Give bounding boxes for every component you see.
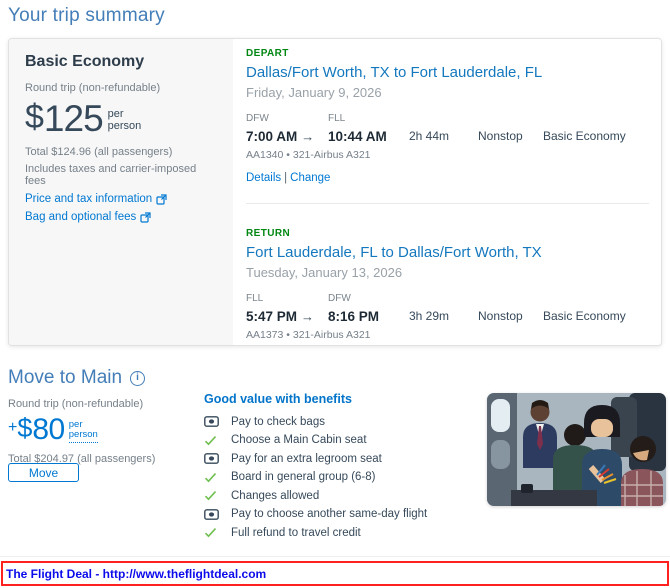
depart-time-value: 7:00 AM (246, 129, 298, 144)
depart-date: Friday, January 9, 2026 (246, 85, 382, 100)
fare-trip-type: Round trip (non-refundable) (25, 82, 161, 94)
flight-duration: 3h 29m (409, 309, 450, 323)
bag-optional-fees-link[interactable]: Bag and optional fees (25, 211, 217, 223)
money-icon (204, 416, 219, 428)
price-currency: $ (25, 98, 44, 136)
fare-name: Basic Economy (25, 53, 145, 70)
move-to-main-title: Move to Main i (8, 367, 146, 389)
new-window-icon (140, 211, 151, 223)
price-amount: 125 (43, 98, 104, 139)
move-to-main-label: Move to Main (8, 367, 123, 388)
benefit-text: Full refund to travel credit (231, 526, 361, 539)
return-route: Fort Lauderdale, FL to Dallas/Fort Worth… (246, 244, 542, 261)
benefit-text: Pay for an extra legroom seat (231, 452, 382, 465)
cabin-passengers-photo (487, 393, 666, 506)
arrow-right-icon: → (301, 309, 315, 324)
benefit-row: Pay for an extra legroom seat (204, 453, 474, 465)
dest-airport-code: FLL (328, 113, 346, 124)
arrive-time: 8:16 PM (328, 309, 380, 324)
segment-links: Details | Change (246, 172, 649, 184)
move-button[interactable]: Move (8, 463, 79, 482)
depart-time: 5:47 PM → (246, 309, 328, 324)
arrive-time: 10:44 AM (328, 129, 387, 144)
per-label: per (107, 108, 124, 120)
benefit-row: Pay to choose another same-day flight (204, 508, 474, 521)
info-icon[interactable]: i (130, 370, 146, 386)
details-link[interactable]: Details (246, 172, 281, 184)
upsell-price: + $80 per person (8, 415, 188, 445)
check-icon (204, 472, 219, 483)
segment-fare-class: Basic Economy (543, 129, 626, 143)
return-flight-row: FLL 5:47 PM → DFW 8:16 PM 3h 29m Nonstop … (246, 293, 649, 324)
benefit-row: Pay to check bags (204, 416, 474, 428)
depart-segment: DEPART Dallas/Fort Worth, TX to Fort Lau… (246, 39, 649, 184)
stops-label: Nonstop (478, 129, 523, 143)
fare-panel: Basic Economy Round trip (non-refundable… (9, 39, 233, 345)
fare-price: $125 per person (25, 100, 217, 137)
benefit-row: Changes allowed (204, 490, 474, 502)
dest-airport-code: DFW (328, 293, 351, 304)
return-segment: RETURN Fort Lauderdale, FL to Dallas/For… (246, 204, 649, 345)
upsell-currency: $ (17, 413, 33, 443)
flight-number-aircraft: AA1340 • 321-Airbus A321 (246, 149, 371, 161)
depart-time-value: 5:47 PM (246, 309, 298, 324)
upsell-price-block: Round trip (non-refundable) + $80 per per… (8, 398, 188, 465)
check-icon (204, 435, 219, 446)
depart-route: Dallas/Fort Worth, TX to Fort Lauderdale… (246, 64, 543, 81)
check-icon (204, 527, 219, 538)
origin-airport-code: FLL (246, 293, 264, 304)
fare-total: Total $124.96 (all passengers) (25, 146, 173, 158)
flight-duration: 2h 44m (409, 129, 450, 143)
upsell-trip-type: Round trip (non-refundable) (8, 398, 144, 410)
trip-summary-card: Basic Economy Round trip (non-refundable… (8, 38, 662, 346)
link-separator: | (284, 172, 288, 184)
cabin-photo-illustration (487, 393, 666, 506)
benefit-row: Full refund to travel credit (204, 527, 474, 539)
bag-fees-label: Bag and optional fees (25, 211, 137, 223)
money-icon (204, 508, 219, 520)
flight-deal-banner-text: The Flight Deal - http://www.theflightde… (6, 566, 267, 581)
money-icon (204, 453, 219, 465)
depart-flight-row: DFW 7:00 AM → FLL 10:44 AM 2h 44m Nonstop… (246, 113, 649, 144)
price-tax-info-link[interactable]: Price and tax information (25, 193, 217, 205)
arrow-right-icon: → (301, 129, 315, 144)
price-per-person-label: per person (108, 108, 142, 132)
benefits-title: Good value with benefits (204, 392, 352, 406)
price-tax-info-label: Price and tax information (25, 193, 153, 205)
benefits-list: Good value with benefits Pay to check ba… (204, 392, 474, 546)
plus-sign: + (8, 419, 18, 436)
origin-airport-code: DFW (246, 113, 269, 124)
change-link[interactable]: Change (290, 172, 330, 184)
depart-time: 7:00 AM → (246, 129, 328, 144)
page-title: Your trip summary (8, 5, 165, 26)
benefit-text: Pay to choose another same-day flight (231, 508, 428, 521)
benefit-text: Board in general group (6-8) (231, 471, 376, 484)
check-icon (204, 490, 219, 501)
flight-deal-banner: The Flight Deal - http://www.theflightde… (1, 561, 669, 586)
return-label: RETURN (246, 228, 291, 239)
stops-label: Nonstop (478, 309, 523, 323)
person-label: person (68, 429, 98, 441)
upsell-amount: 80 (32, 413, 65, 446)
depart-label: DEPART (246, 48, 289, 59)
benefit-row: Board in general group (6-8) (204, 471, 474, 484)
footer-divider (0, 556, 670, 557)
flight-number-aircraft: AA1373 • 321-Airbus A321 (246, 329, 371, 341)
per-label: per (68, 419, 83, 430)
segment-fare-class: Basic Economy (543, 309, 626, 323)
fare-includes-note: Includes taxes and carrier-imposed fees (25, 163, 197, 187)
person-label: person (107, 120, 142, 133)
benefit-text: Pay to check bags (231, 415, 325, 428)
benefit-text: Choose a Main Cabin seat (231, 434, 367, 447)
upsell-per-person-label: per person (68, 419, 98, 443)
flight-segments: DEPART Dallas/Fort Worth, TX to Fort Lau… (233, 39, 661, 345)
return-date: Tuesday, January 13, 2026 (246, 265, 403, 280)
benefit-row: Choose a Main Cabin seat (204, 434, 474, 447)
trip-summary-page: Your trip summary Basic Economy Round tr… (0, 0, 670, 588)
new-window-icon (156, 193, 167, 205)
benefit-text: Changes allowed (231, 489, 320, 502)
